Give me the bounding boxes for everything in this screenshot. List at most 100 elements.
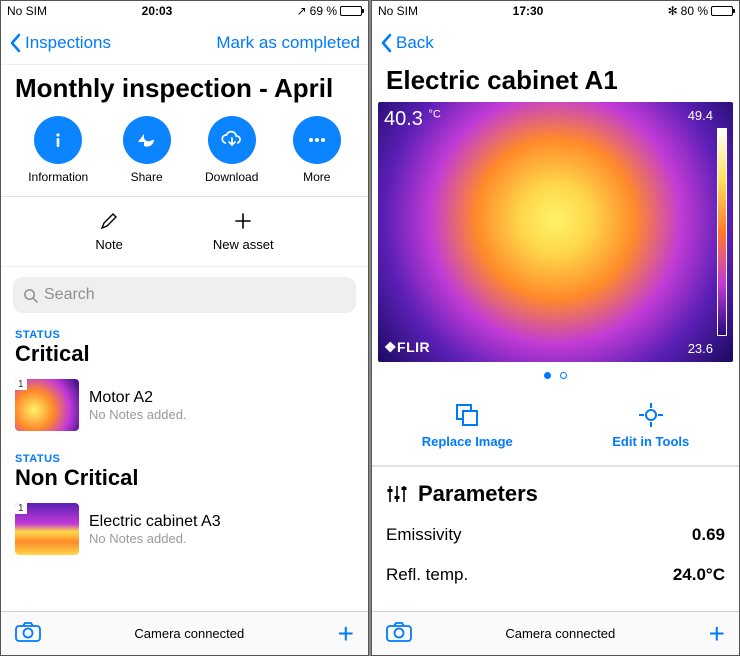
secondary-row: Note New asset (1, 197, 368, 267)
replace-icon (454, 402, 480, 428)
param-label: Emissivity (386, 525, 462, 545)
status-header: STATUS (1, 323, 368, 341)
information-button[interactable]: Information (28, 116, 88, 184)
add-button[interactable]: + (709, 618, 725, 650)
footer-status: Camera connected (505, 626, 615, 641)
search-icon (23, 288, 38, 303)
page-title: Monthly inspection - April (1, 65, 368, 110)
more-button[interactable]: More (293, 116, 341, 184)
camera-icon (15, 622, 41, 642)
footer-status: Camera connected (134, 626, 244, 641)
cloud-download-icon (220, 128, 244, 152)
sliders-icon (386, 483, 408, 505)
battery-pct: 80 % (681, 4, 708, 18)
plus-icon (233, 211, 253, 231)
group-critical-title: Critical (1, 341, 368, 373)
nav-bar: Back (372, 21, 739, 65)
search-input[interactable]: Search (13, 277, 356, 313)
bluetooth-icon: ✻ (668, 4, 678, 18)
back-button[interactable]: Inspections (9, 33, 111, 53)
battery-pct: 69 % (310, 4, 337, 18)
note-button[interactable]: Note (95, 211, 122, 252)
note-label: Note (95, 237, 122, 252)
param-row-refl-temp[interactable]: Refl. temp. 24.0°C (372, 555, 739, 595)
chevron-left-icon (9, 33, 21, 53)
replace-image-label: Replace Image (422, 434, 513, 449)
share-label: Share (131, 170, 163, 184)
information-label: Information (28, 170, 88, 184)
nav-bar: Inspections Mark as completed (1, 21, 368, 65)
asset-title: Motor A2 (89, 389, 187, 407)
footer-bar: Camera connected + (1, 611, 368, 655)
tool-row: Replace Image Edit in Tools (372, 390, 739, 466)
phone-inspection-list: No SIM 20:03 ↗ 69 % Inspections Mark as … (0, 0, 369, 656)
clock: 17:30 (478, 4, 578, 18)
page-dots[interactable] (372, 362, 739, 390)
crosshair-icon (638, 402, 664, 428)
back-button[interactable]: Back (380, 33, 434, 53)
battery-icon (711, 6, 733, 16)
info-icon (48, 130, 68, 150)
clock: 20:03 (107, 4, 207, 18)
thermal-image[interactable]: 40.3 °C 49.4 23.6 ❖FLIR (378, 102, 733, 362)
download-button[interactable]: Download (205, 116, 258, 184)
thumb-badge: 1 (15, 503, 27, 514)
share-button[interactable]: Share (123, 116, 171, 184)
status-bar: No SIM 17:30 ✻ 80 % (372, 1, 739, 21)
asset-subtitle: No Notes added. (89, 531, 221, 546)
group-noncritical-title: Non Critical (1, 465, 368, 497)
list-item[interactable]: 1 Motor A2 No Notes added. (1, 373, 368, 437)
chevron-left-icon (380, 33, 392, 53)
edit-in-tools-label: Edit in Tools (612, 434, 689, 449)
asset-thumbnail: 1 (15, 503, 79, 555)
add-button[interactable]: + (338, 618, 354, 650)
pencil-icon (99, 211, 119, 231)
dot-active (544, 372, 551, 379)
param-value: 0.69 (692, 525, 725, 545)
status-right: ✻ 80 % (578, 4, 733, 18)
replace-image-button[interactable]: Replace Image (422, 402, 513, 449)
parameters-header: Parameters (372, 466, 739, 515)
battery-icon (340, 6, 362, 16)
edit-in-tools-button[interactable]: Edit in Tools (612, 402, 689, 449)
spot-temp: 40.3 °C (384, 108, 441, 131)
asset-subtitle: No Notes added. (89, 407, 187, 422)
thumb-badge: 1 (15, 379, 27, 390)
parameters-title: Parameters (418, 481, 538, 507)
camera-button[interactable] (386, 622, 412, 645)
camera-icon (386, 622, 412, 642)
location-icon: ↗ (297, 4, 307, 18)
carrier: No SIM (7, 4, 107, 18)
flir-logo: ❖FLIR (384, 339, 430, 356)
more-label: More (303, 170, 330, 184)
asset-title: Electric cabinet A3 (89, 513, 221, 531)
share-icon (136, 129, 158, 151)
param-label: Refl. temp. (386, 565, 468, 585)
status-bar: No SIM 20:03 ↗ 69 % (1, 1, 368, 21)
phone-asset-detail: No SIM 17:30 ✻ 80 % Back Electric cabine… (371, 0, 740, 656)
action-row: Information Share Download More (1, 110, 368, 197)
camera-button[interactable] (15, 622, 41, 645)
more-icon (306, 129, 328, 151)
download-label: Download (205, 170, 258, 184)
search-placeholder: Search (44, 286, 95, 304)
new-asset-label: New asset (213, 237, 274, 252)
footer-bar: Camera connected + (372, 611, 739, 655)
back-label: Inspections (25, 33, 111, 53)
asset-thumbnail: 1 (15, 379, 79, 431)
scale-max: 49.4 (688, 108, 713, 123)
back-label: Back (396, 33, 434, 53)
dot-inactive (560, 372, 567, 379)
mark-completed-button[interactable]: Mark as completed (216, 33, 360, 53)
status-header: STATUS (1, 447, 368, 465)
scale-min: 23.6 (688, 341, 713, 356)
page-title: Electric cabinet A1 (372, 65, 739, 102)
status-right: ↗ 69 % (207, 4, 362, 18)
thermal-bg (378, 102, 733, 362)
param-value: 24.0°C (673, 565, 725, 585)
carrier: No SIM (378, 4, 478, 18)
param-row-emissivity[interactable]: Emissivity 0.69 (372, 515, 739, 555)
color-scale (717, 128, 727, 336)
new-asset-button[interactable]: New asset (213, 211, 274, 252)
list-item[interactable]: 1 Electric cabinet A3 No Notes added. (1, 497, 368, 561)
